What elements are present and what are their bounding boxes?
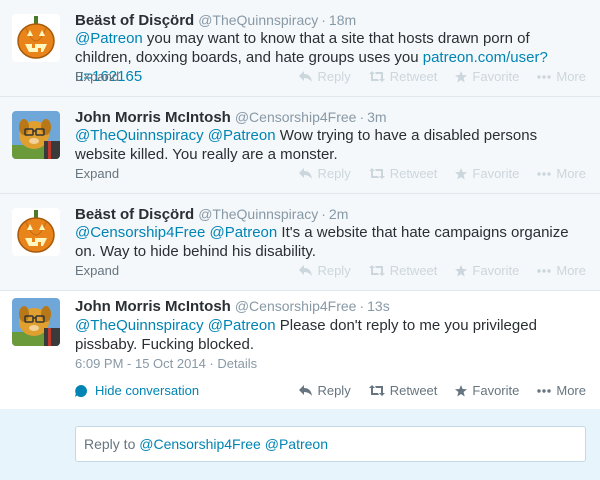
tweet[interactable]: Beäst of Disçörd @TheQuinnspiracy · 2m @Cen… [0,194,600,290]
fullname[interactable]: Beäst of Disçörd [75,206,194,223]
avatar[interactable] [12,14,60,62]
reply-button[interactable]: Reply [299,69,351,84]
avatar[interactable] [12,208,60,256]
tweet-header: Beäst of Disçörd @TheQuinnspiracy · 2m [75,206,349,223]
more-dots-icon [537,268,552,273]
reply-mention: @Patreon [264,436,328,452]
mention-link[interactable]: @Patreon [209,224,277,241]
timestamp[interactable]: 13s [367,298,390,314]
reply-icon [299,71,313,82]
conversation-icon [75,384,87,397]
mention-link[interactable]: @Patreon [208,127,276,144]
tweet-actions: Reply Retweet Favorite More [299,69,586,84]
avatar[interactable] [12,298,60,346]
mention-link[interactable]: @TheQuinnspiracy [75,317,204,334]
star-icon [455,167,468,179]
username[interactable]: @Censorship4Free [235,109,357,125]
tweet-meta: 6:09 PM - 15 Oct 2014 · Details [75,356,258,371]
timestamp[interactable]: 18m [329,12,356,28]
avatar[interactable] [12,111,60,159]
fullname[interactable]: John Morris McIntosh [75,298,231,315]
fullname[interactable]: Beäst of Disçörd [75,12,194,29]
favorite-button[interactable]: Favorite [455,263,519,278]
favorite-button[interactable]: Favorite [455,383,519,398]
reply-icon [299,168,313,179]
timestamp[interactable]: 3m [367,109,386,125]
reply-mention: @Censorship4Free [139,436,261,452]
reply-button[interactable]: Reply [299,263,351,278]
tweet-text: @TheQuinnspiracy @Patreon Wow trying to … [75,127,538,163]
tweet-expanded[interactable]: John Morris McIntosh @Censorship4Free · 13s… [0,291,600,409]
tweet-header: John Morris McIntosh @Censorship4Free · 3m [75,109,387,126]
mention-link[interactable]: @Patreon [75,30,143,47]
reply-icon [299,385,313,396]
tweet-header: John Morris McIntosh @Censorship4Free · 13s [75,298,390,315]
fullname[interactable]: John Morris McIntosh [75,109,231,126]
mention-link[interactable]: @TheQuinnspiracy [75,127,204,144]
more-button[interactable]: More [537,263,586,278]
star-icon [455,384,468,396]
more-button[interactable]: More [537,69,586,84]
tweet[interactable]: John Morris McIntosh @Censorship4Free · 3m … [0,97,600,193]
more-dots-icon [537,74,552,79]
timestamp[interactable]: 2m [329,206,348,222]
tweet-text: @Censorship4Free @Patreon It's a website… [75,224,569,260]
tweet-header: Beäst of Disçörd @TheQuinnspiracy · 18m [75,12,357,29]
tweet-actions: Reply Retweet Favorite More [299,383,586,398]
retweet-button[interactable]: Retweet [368,263,437,278]
hide-conversation-link[interactable]: Hide conversation [75,383,199,398]
retweet-button[interactable]: Retweet [368,69,437,84]
retweet-button[interactable]: Retweet [368,383,437,398]
reply-button[interactable]: Reply [299,383,351,398]
inline-reply-area: Reply to @Censorship4Free @Patreon [0,409,600,480]
reply-button[interactable]: Reply [299,166,351,181]
expand-link[interactable]: Expand [75,263,119,278]
expand-link[interactable]: Expand [75,69,119,84]
star-icon [455,264,468,276]
mention-link[interactable]: @Censorship4Free [75,224,205,241]
more-dots-icon [537,388,552,393]
more-button[interactable]: More [537,166,586,181]
more-dots-icon [537,171,552,176]
retweet-icon [368,385,385,396]
retweet-icon [368,71,385,82]
retweet-icon [368,265,385,276]
more-button[interactable]: More [537,383,586,398]
tweet-text: @TheQuinnspiracy @Patreon Please don't r… [75,317,537,353]
favorite-button[interactable]: Favorite [455,69,519,84]
mention-link[interactable]: @Patreon [208,317,276,334]
tweet-datetime[interactable]: 6:09 PM - 15 Oct 2014 [75,356,206,371]
username[interactable]: @TheQuinnspiracy [198,206,318,222]
tweet[interactable]: Beäst of Disçörd @TheQuinnspiracy · 18m @Pa… [0,0,600,96]
username[interactable]: @TheQuinnspiracy [198,12,318,28]
favorite-button[interactable]: Favorite [455,166,519,181]
tweet-actions: Reply Retweet Favorite More [299,263,586,278]
username[interactable]: @Censorship4Free [235,298,357,314]
star-icon [455,70,468,82]
tweet-actions: Reply Retweet Favorite More [299,166,586,181]
details-link[interactable]: Details [217,356,257,371]
retweet-button[interactable]: Retweet [368,166,437,181]
conversation-stream: Beäst of Disçörd @TheQuinnspiracy · 18m @Pa… [0,0,600,480]
reply-icon [299,265,313,276]
reply-input[interactable]: Reply to @Censorship4Free @Patreon [75,426,586,462]
expand-link[interactable]: Expand [75,166,119,181]
retweet-icon [368,168,385,179]
